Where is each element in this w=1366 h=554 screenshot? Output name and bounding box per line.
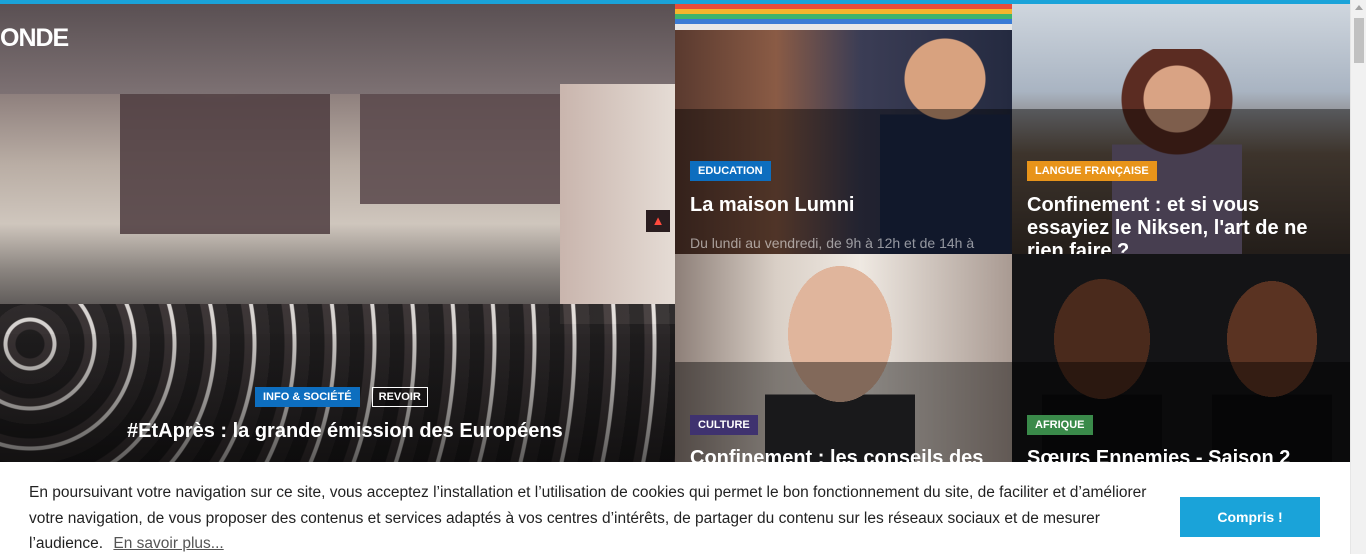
- hero-image-ceiling: [0, 4, 675, 94]
- tile-title[interactable]: Confinement : et si vous essayiez le Nik…: [1027, 194, 1327, 254]
- category-tag[interactable]: INFO & SOCIÉTÉ: [255, 387, 360, 407]
- category-tag[interactable]: CULTURE: [690, 415, 758, 435]
- tile-overlay: [675, 109, 1012, 254]
- category-tag[interactable]: AFRIQUE: [1027, 415, 1093, 435]
- exit-sign-icon: ▲: [646, 210, 670, 232]
- hero-title[interactable]: #EtAprès : la grande émission des Europé…: [127, 420, 563, 443]
- hero-image-sign: [120, 94, 330, 234]
- category-tag[interactable]: EDUCATION: [690, 161, 771, 181]
- hero-tags: INFO & SOCIÉTÉ REVOIR: [255, 387, 428, 407]
- site-logo[interactable]: ONDE: [0, 24, 69, 53]
- tile-title[interactable]: La maison Lumni: [690, 194, 990, 217]
- scrollbar-thumb[interactable]: [1354, 18, 1364, 63]
- learn-more-link[interactable]: En savoir plus...: [113, 535, 223, 552]
- tile-title[interactable]: Confinement : les conseils des: [690, 447, 990, 462]
- replay-tag[interactable]: REVOIR: [371, 387, 428, 407]
- tile-title[interactable]: Sœurs Ennemies - Saison 2: [1027, 447, 1327, 462]
- article-tile[interactable]: LANGUE FRANÇAISE Confinement : et si vou…: [1012, 4, 1350, 254]
- tile-subtitle: Du lundi au vendredi, de 9h à 12h et de …: [690, 235, 975, 251]
- cookie-message: En poursuivant votre navigation sur ce s…: [29, 480, 1164, 554]
- category-tag[interactable]: LANGUE FRANÇAISE: [1027, 161, 1157, 181]
- vertical-scrollbar[interactable]: [1350, 0, 1366, 554]
- top-accent-bar: [0, 0, 1350, 4]
- article-tile[interactable]: EDUCATION La maison Lumni Du lundi au ve…: [675, 4, 1012, 254]
- hero-image-pillar: [560, 84, 675, 324]
- scroll-up-icon[interactable]: [1355, 5, 1363, 10]
- cookie-banner: En poursuivant votre navigation sur ce s…: [0, 462, 1350, 554]
- article-tile[interactable]: AFRIQUE Sœurs Ennemies - Saison 2: [1012, 254, 1350, 462]
- article-tile[interactable]: CULTURE Confinement : les conseils des: [675, 254, 1012, 462]
- hero-image-sign: [360, 94, 560, 204]
- accept-cookies-button[interactable]: Compris !: [1180, 497, 1320, 537]
- page: ▲ ONDE INFO & SOCIÉTÉ REVOIR #EtAprès : …: [0, 0, 1366, 554]
